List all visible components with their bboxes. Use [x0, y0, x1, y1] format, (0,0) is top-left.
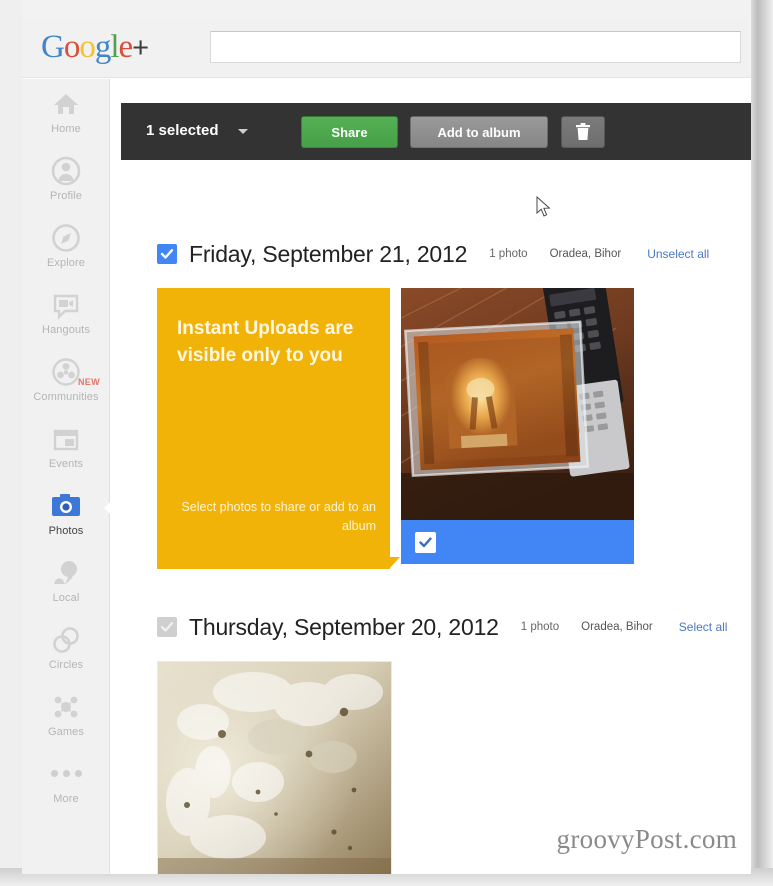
games-icon [49, 690, 83, 724]
instant-uploads-promo-card: Instant Uploads are visible only to you … [157, 288, 400, 569]
sidebar-label-hangouts: Hangouts [42, 324, 90, 336]
more-dots-icon [49, 757, 83, 791]
circles-icon [49, 623, 83, 657]
app-header: Google+ [22, 18, 751, 78]
logo-letter-e: e [118, 29, 134, 65]
page-root: Google+ Home Profile Explore Hangouts NE… [0, 0, 773, 886]
sidebar-label-circles: Circles [48, 659, 84, 671]
sidebar-label-home: Home [51, 123, 81, 135]
logo-letter-g2: g [94, 29, 111, 65]
sidebar-item-communities[interactable]: NEW Communities [22, 347, 110, 414]
google-plus-logo[interactable]: Google+ [41, 29, 149, 66]
section-select-checkbox[interactable] [157, 244, 177, 264]
hangouts-icon [49, 288, 83, 322]
checkmark-icon [160, 622, 174, 632]
photo-selection-bar [401, 520, 634, 564]
delete-button[interactable] [561, 116, 605, 148]
section-select-checkbox[interactable] [157, 617, 177, 637]
section-location: Oradea, Bihor [549, 248, 622, 260]
sidebar-item-profile[interactable]: Profile [22, 146, 110, 213]
sidebar-item-more[interactable]: More [22, 749, 110, 816]
photos-icon [49, 489, 83, 523]
date-header-row: Thursday, September 20, 2012 1 photo Ora… [111, 610, 751, 644]
checkmark-icon [419, 536, 432, 547]
section-date-title: Thursday, September 20, 2012 [189, 613, 499, 640]
sidebar-item-hangouts[interactable]: Hangouts [22, 280, 110, 347]
local-icon [49, 556, 83, 590]
home-icon [49, 87, 83, 121]
app-shell: Google+ Home Profile Explore Hangouts NE… [22, 18, 751, 874]
select-all-link[interactable]: Select all [679, 620, 728, 634]
sidebar-item-explore[interactable]: Explore [22, 213, 110, 280]
sidebar-item-local[interactable]: Local [22, 548, 110, 615]
section-location: Oradea, Bihor [581, 621, 653, 633]
date-header-row: Friday, September 21, 2012 1 photo Orade… [111, 237, 751, 271]
explore-icon [49, 221, 83, 255]
photo-select-checkbox[interactable] [415, 531, 436, 553]
chevron-down-icon[interactable] [238, 129, 248, 134]
share-button[interactable]: Share [301, 116, 398, 148]
mouse-cursor [536, 196, 551, 217]
logo-letter-o2: o [79, 29, 95, 65]
active-pointer [104, 501, 111, 515]
promo-notch [389, 557, 400, 569]
sidebar-label-games: Games [48, 726, 84, 738]
checkmark-icon [160, 249, 174, 259]
add-to-album-button[interactable]: Add to album [410, 116, 548, 148]
photo-tile[interactable] [157, 661, 392, 874]
logo-letter-l: l [110, 29, 119, 65]
search-input[interactable] [210, 31, 741, 63]
photo-thumbnail[interactable] [158, 662, 391, 874]
selected-count-label[interactable]: 1 selected [146, 122, 219, 139]
communities-new-badge: NEW [78, 377, 100, 387]
section-photo-count: 1 photo [489, 248, 528, 260]
sidebar-label-communities: Communities [33, 391, 99, 403]
unselect-all-link[interactable]: Unselect all [647, 247, 709, 261]
section-date-title: Friday, September 21, 2012 [189, 240, 468, 267]
profile-icon [49, 154, 83, 188]
sidebar-label-explore: Explore [47, 257, 85, 269]
logo-plus: + [132, 32, 149, 64]
photos-content: 1 selected Share Add to album Friday, Se… [111, 79, 751, 874]
window-frame-left [0, 0, 22, 886]
photo-tile[interactable] [401, 288, 634, 564]
window-frame-right [751, 0, 773, 886]
site-watermark: groovyPost.com [556, 824, 737, 854]
logo-letter-o1: o [63, 29, 80, 65]
selection-toolbar: 1 selected Share Add to album [121, 103, 751, 160]
window-frame-top [0, 0, 773, 18]
sidebar-nav: Home Profile Explore Hangouts NEW Commun… [22, 79, 111, 874]
promo-subtitle: Select photos to share or add to an albu… [181, 500, 376, 533]
trash-icon [576, 123, 590, 140]
sidebar-label-events: Events [48, 458, 84, 470]
events-icon [49, 422, 83, 456]
sidebar-item-games[interactable]: Games [22, 682, 110, 749]
sidebar-item-home[interactable]: Home [22, 79, 110, 146]
logo-letter-g1: G [41, 29, 65, 65]
sidebar-label-more: More [53, 793, 79, 805]
sidebar-item-circles[interactable]: Circles [22, 615, 110, 682]
sidebar-label-photos: Photos [48, 525, 84, 537]
section-photo-count: 1 photo [520, 621, 560, 633]
promo-title: Instant Uploads are visible only to you [177, 318, 354, 366]
sidebar-item-events[interactable]: Events [22, 414, 110, 481]
sidebar-item-photos[interactable]: Photos [22, 481, 111, 548]
sidebar-label-local: Local [52, 592, 80, 604]
sidebar-label-profile: Profile [50, 190, 82, 202]
photo-thumbnail[interactable] [401, 288, 634, 520]
